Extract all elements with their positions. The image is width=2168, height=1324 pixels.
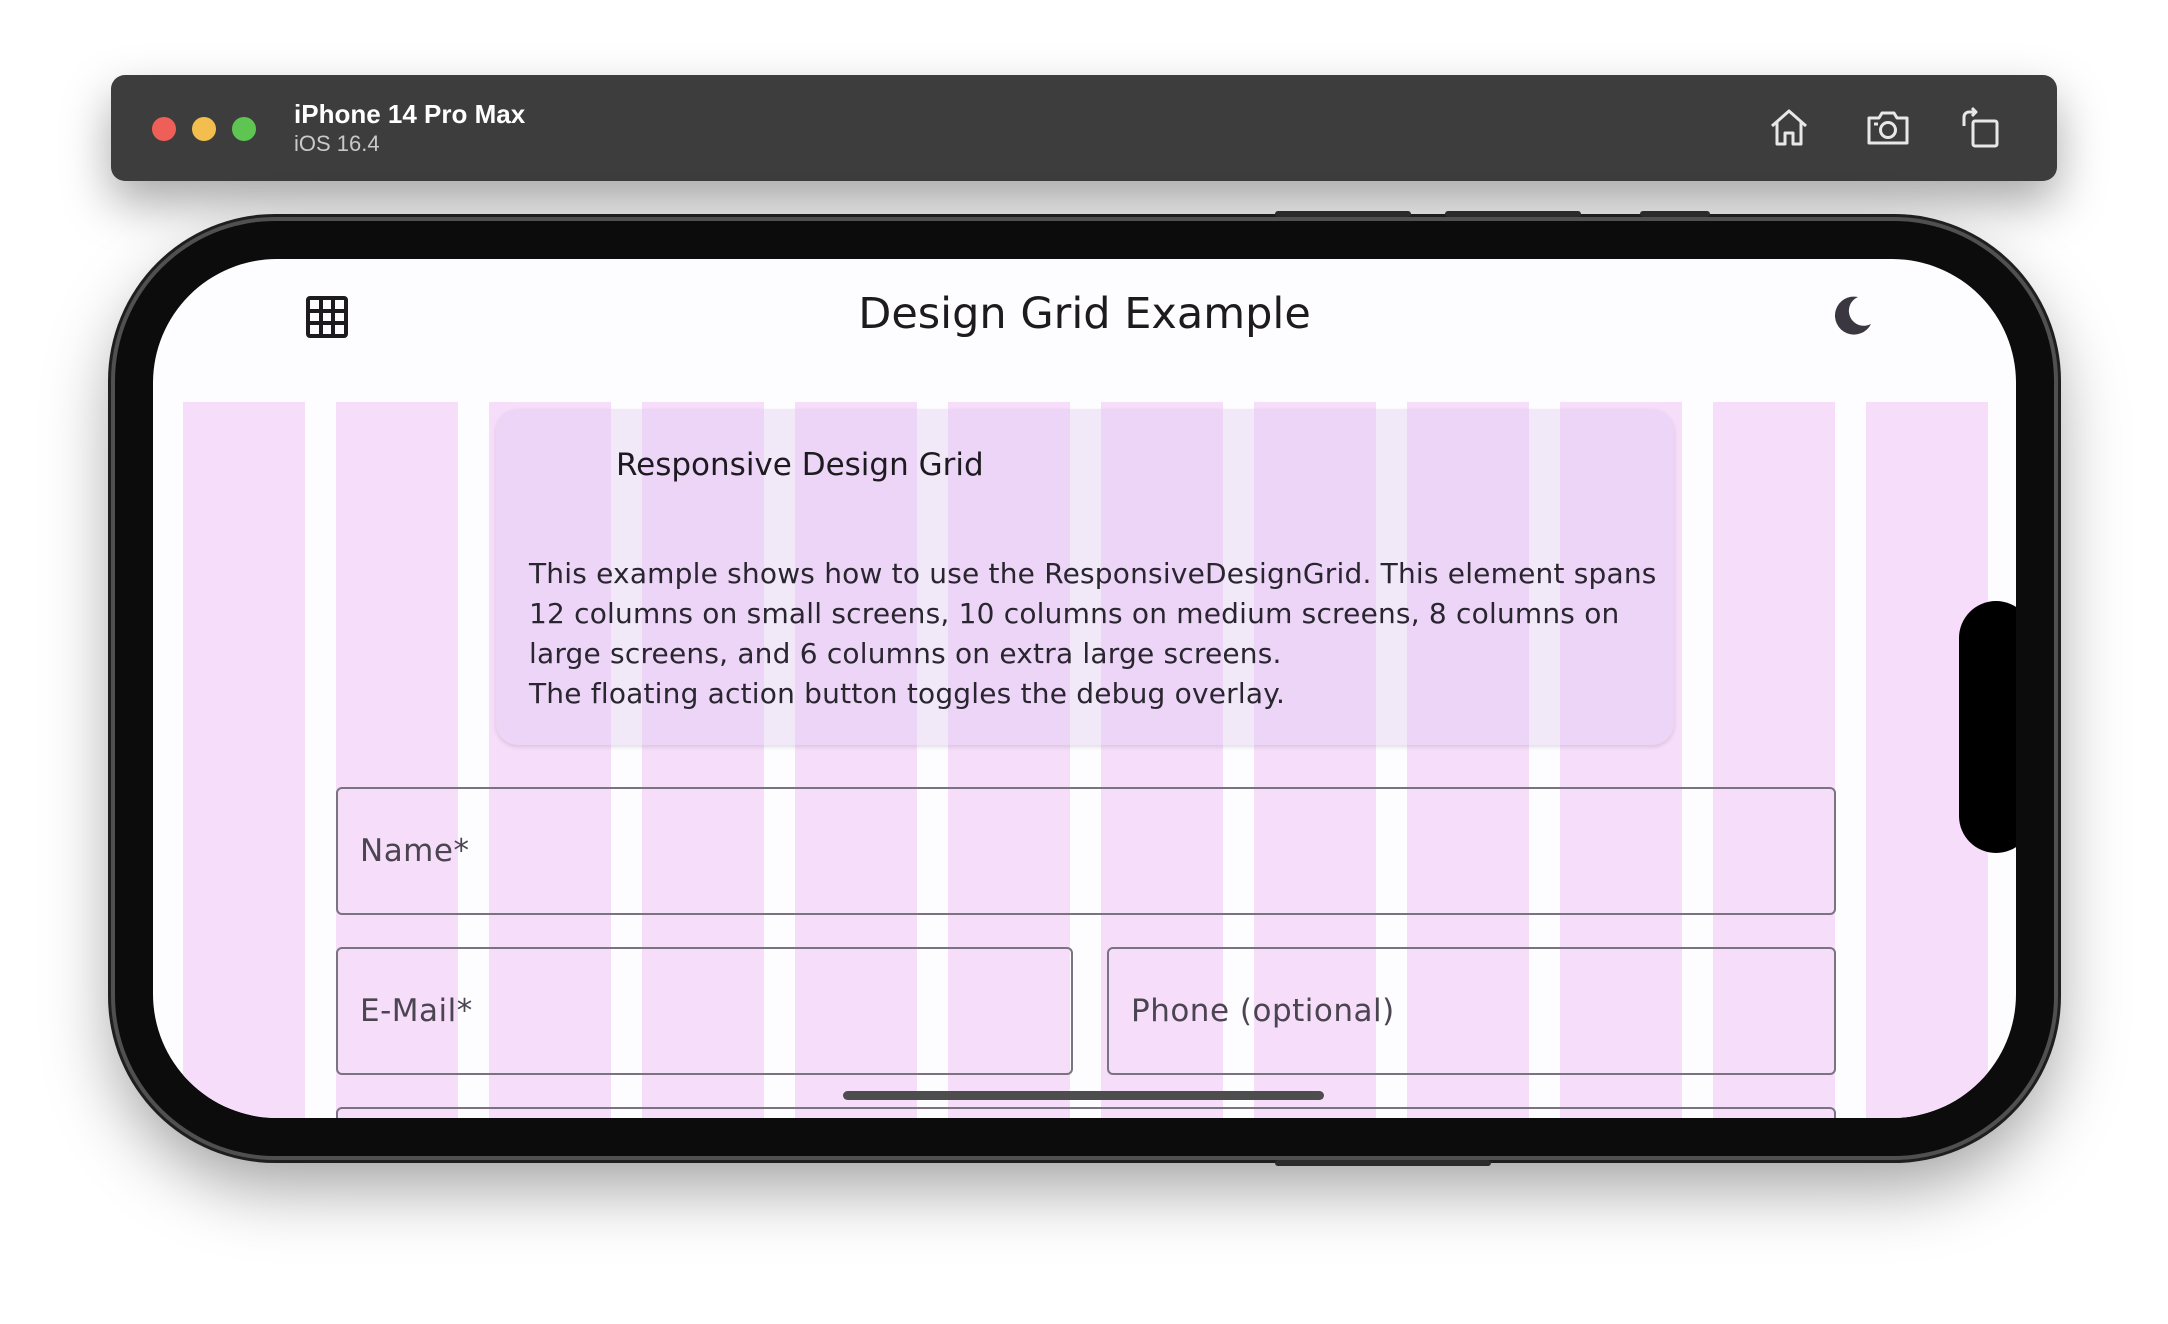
card-body-line: large screens, and 6 columns on extra la… bbox=[529, 637, 1282, 670]
phone-field-label: Phone (optional) bbox=[1131, 993, 1395, 1029]
email-field-label: E-Mail* bbox=[360, 993, 473, 1029]
home-icon[interactable] bbox=[1762, 100, 1816, 154]
next-field[interactable] bbox=[336, 1107, 1836, 1118]
side-button bbox=[1275, 211, 1411, 217]
volume-up-button bbox=[1445, 211, 1581, 217]
phone-field[interactable]: Phone (optional) bbox=[1107, 947, 1836, 1075]
minimize-window-button[interactable] bbox=[192, 117, 216, 141]
moon-icon[interactable] bbox=[1830, 294, 1874, 342]
card-body: This example shows how to use the Respon… bbox=[529, 554, 1659, 714]
page-title: Design Grid Example bbox=[858, 289, 1311, 339]
os-version: iOS 16.4 bbox=[294, 131, 380, 156]
power-button bbox=[1275, 1160, 1491, 1166]
phone-screen: Design Grid Example Responsive Design Gr… bbox=[153, 259, 2016, 1118]
device-name: iPhone 14 Pro Max bbox=[294, 99, 526, 129]
iphone-frame: Design Grid Example Responsive Design Gr… bbox=[115, 211, 2054, 1166]
card-body-line: 12 columns on small screens, 10 columns … bbox=[529, 597, 1620, 630]
dynamic-island bbox=[1959, 601, 2016, 853]
info-card: Responsive Design Grid This example show… bbox=[496, 409, 1674, 745]
grid-column bbox=[183, 402, 305, 1118]
simulator-window-bar: iPhone 14 Pro Max iOS 16.4 bbox=[111, 75, 2057, 181]
card-title: Responsive Design Grid bbox=[616, 447, 984, 483]
screenshot-icon[interactable] bbox=[1861, 100, 1915, 154]
email-field[interactable]: E-Mail* bbox=[336, 947, 1073, 1075]
home-indicator[interactable] bbox=[843, 1091, 1324, 1100]
rotate-icon[interactable] bbox=[1954, 100, 2008, 154]
maximize-window-button[interactable] bbox=[232, 117, 256, 141]
name-field-label: Name* bbox=[360, 833, 470, 869]
close-window-button[interactable] bbox=[152, 117, 176, 141]
name-field[interactable]: Name* bbox=[336, 787, 1836, 915]
card-body-line: This example shows how to use the Respon… bbox=[529, 557, 1657, 590]
card-body-line: The floating action button toggles the d… bbox=[529, 677, 1286, 710]
mute-switch bbox=[1640, 211, 1710, 217]
